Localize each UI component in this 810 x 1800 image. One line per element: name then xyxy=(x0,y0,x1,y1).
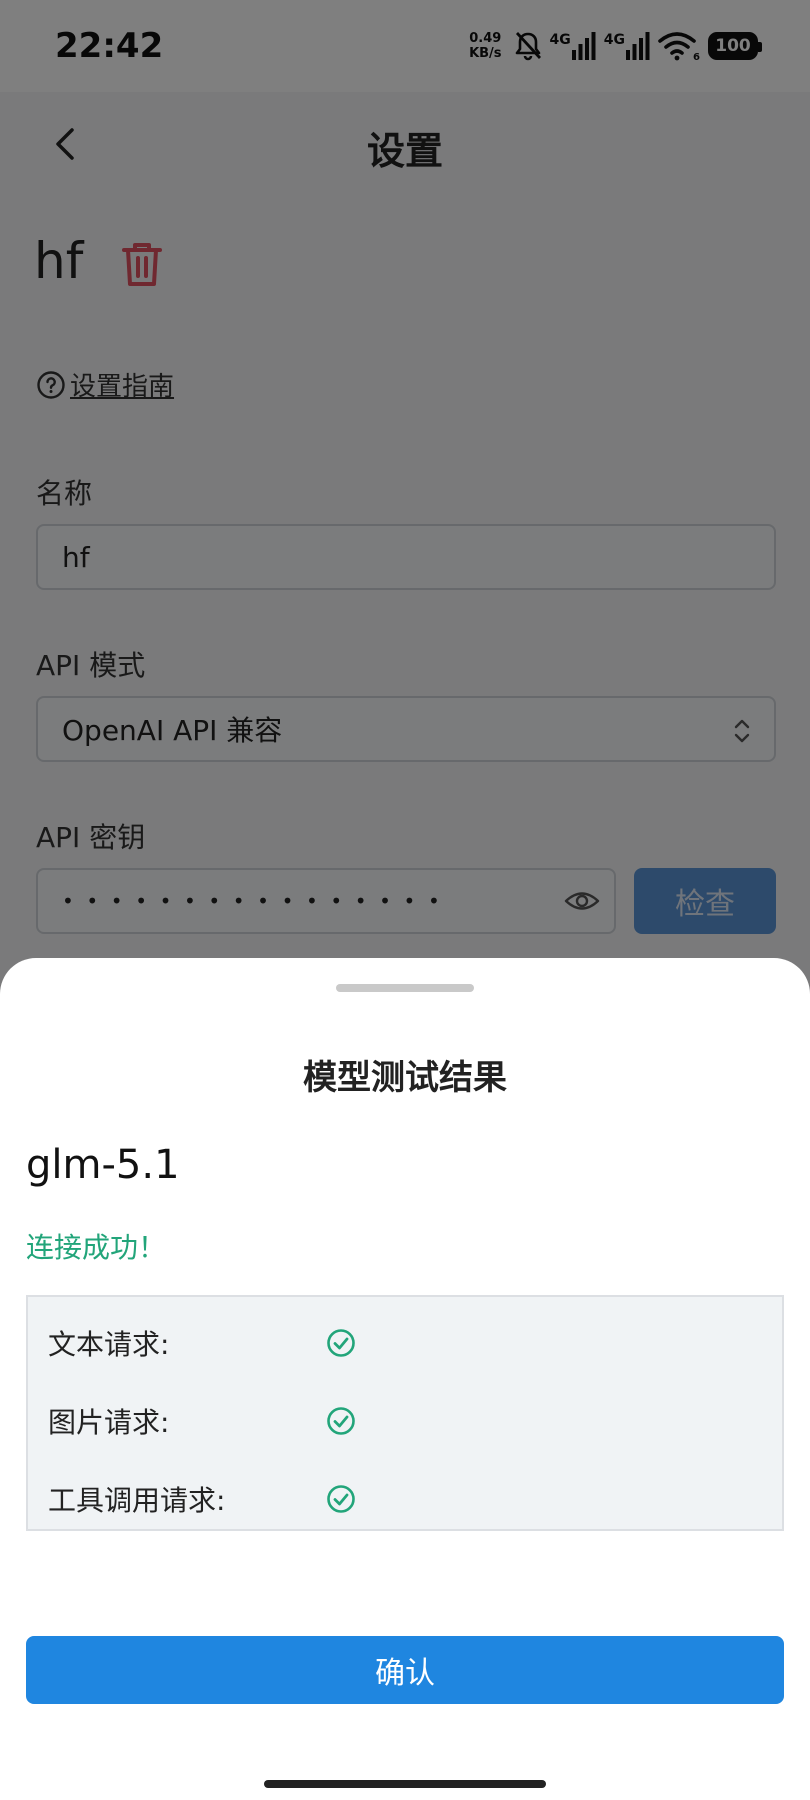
test-result-sheet: 模型测试结果 glm-5.1 连接成功！ 文本请求: 图片请求: 工具调用请求:… xyxy=(0,958,810,1800)
sheet-title: 模型测试结果 xyxy=(303,1058,507,1098)
result-table: 文本请求: 图片请求: 工具调用请求: xyxy=(26,1295,784,1531)
check-circle-icon xyxy=(327,1407,355,1435)
check-circle-icon xyxy=(327,1329,355,1357)
result-row-image: 图片请求: xyxy=(48,1399,356,1443)
confirm-button[interactable]: 确认 xyxy=(26,1636,784,1704)
drag-handle[interactable] xyxy=(336,984,474,992)
result-label: 工具调用请求: xyxy=(48,1484,226,1517)
result-row-tool-call: 工具调用请求: xyxy=(48,1477,356,1521)
result-label: 文本请求: xyxy=(48,1328,170,1361)
model-name: glm-5.1 xyxy=(26,1142,180,1188)
result-row-text: 文本请求: xyxy=(48,1321,356,1365)
result-label: 图片请求: xyxy=(48,1406,170,1439)
connection-status: 连接成功！ xyxy=(26,1231,167,1264)
home-indicator[interactable] xyxy=(264,1780,546,1788)
check-circle-icon xyxy=(327,1485,355,1513)
